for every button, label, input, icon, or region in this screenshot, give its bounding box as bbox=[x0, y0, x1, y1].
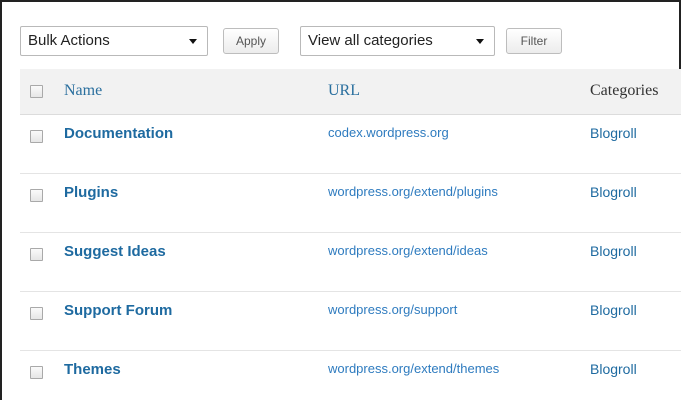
chevron-down-icon bbox=[189, 39, 197, 44]
link-name[interactable]: Themes bbox=[64, 361, 121, 378]
view-categories-label: View all categories bbox=[308, 32, 433, 49]
table-row: Support Forum wordpress.org/support Blog… bbox=[20, 292, 681, 351]
row-checkbox[interactable] bbox=[30, 307, 43, 320]
link-name[interactable]: Support Forum bbox=[64, 302, 172, 319]
row-checkbox[interactable] bbox=[30, 189, 43, 202]
link-name[interactable]: Plugins bbox=[64, 184, 118, 201]
column-header-categories: Categories bbox=[590, 82, 659, 99]
table-row: Plugins wordpress.org/extend/plugins Blo… bbox=[20, 174, 681, 233]
link-name[interactable]: Documentation bbox=[64, 125, 173, 142]
link-url[interactable]: wordpress.org/extend/ideas bbox=[328, 243, 488, 258]
link-category[interactable]: Blogroll bbox=[590, 361, 637, 377]
table-row: Documentation codex.wordpress.org Blogro… bbox=[20, 115, 681, 174]
select-all-checkbox[interactable] bbox=[30, 85, 43, 98]
link-category[interactable]: Blogroll bbox=[590, 243, 637, 259]
chevron-down-icon bbox=[476, 39, 484, 44]
apply-button[interactable]: Apply bbox=[223, 28, 279, 54]
row-checkbox[interactable] bbox=[30, 248, 43, 261]
links-table: Name URL Categories Documentation codex.… bbox=[20, 69, 681, 409]
row-checkbox[interactable] bbox=[30, 366, 43, 379]
filter-button[interactable]: Filter bbox=[506, 28, 562, 54]
row-checkbox[interactable] bbox=[30, 130, 43, 143]
link-category[interactable]: Blogroll bbox=[590, 184, 637, 200]
links-panel: Bulk Actions Apply View all categories F… bbox=[0, 0, 681, 409]
link-url[interactable]: wordpress.org/extend/themes bbox=[328, 361, 499, 376]
bulk-actions-label: Bulk Actions bbox=[28, 32, 110, 49]
link-url[interactable]: wordpress.org/extend/plugins bbox=[328, 184, 498, 199]
link-category[interactable]: Blogroll bbox=[590, 302, 637, 318]
link-url[interactable]: codex.wordpress.org bbox=[328, 125, 449, 140]
link-name[interactable]: Suggest Ideas bbox=[64, 243, 166, 260]
table-header: Name URL Categories bbox=[20, 69, 681, 115]
link-url[interactable]: wordpress.org/support bbox=[328, 302, 457, 317]
table-toolbar: Bulk Actions Apply View all categories F… bbox=[20, 26, 620, 56]
view-categories-select[interactable]: View all categories bbox=[300, 26, 495, 56]
table-row: Suggest Ideas wordpress.org/extend/ideas… bbox=[20, 233, 681, 292]
link-category[interactable]: Blogroll bbox=[590, 125, 637, 141]
table-row: Themes wordpress.org/extend/themes Blogr… bbox=[20, 351, 681, 409]
bulk-actions-select[interactable]: Bulk Actions bbox=[20, 26, 208, 56]
column-header-name[interactable]: Name bbox=[64, 82, 102, 100]
column-header-url[interactable]: URL bbox=[328, 82, 360, 100]
